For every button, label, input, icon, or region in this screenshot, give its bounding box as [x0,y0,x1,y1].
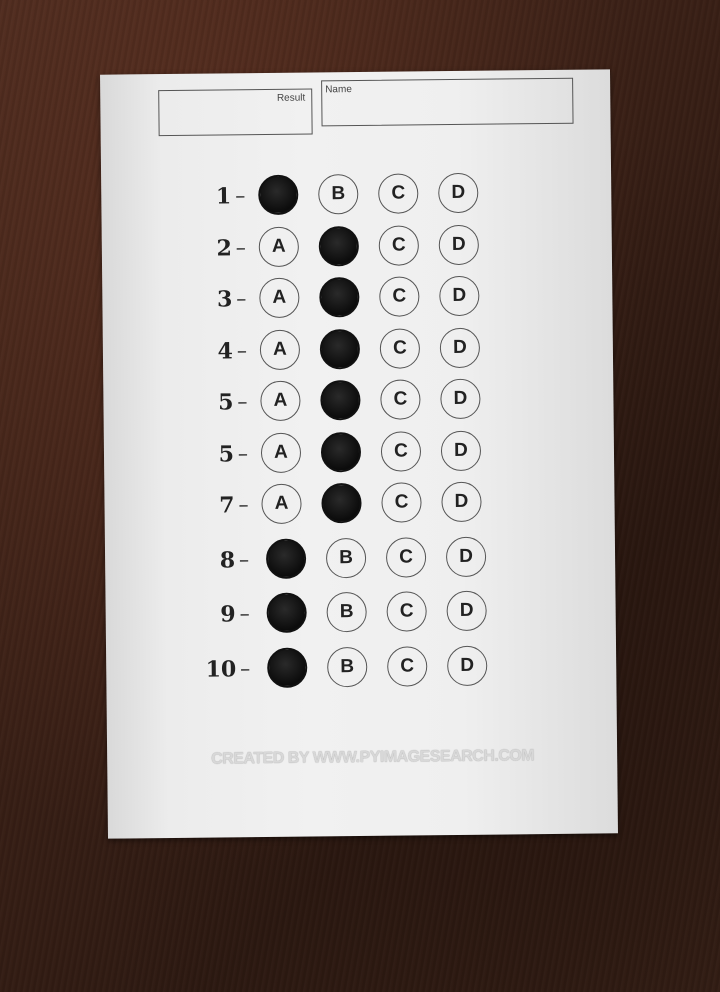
question-number: 8 [219,546,236,573]
answer-bubble-b[interactable]: B [319,328,361,369]
question-row: 3–ABCD [102,274,612,325]
answer-bubble-d[interactable]: D [446,590,487,632]
question-dash: – [236,337,248,362]
question-number: 3 [216,286,233,313]
answer-bubble-c[interactable]: C [387,645,428,687]
question-dash: – [238,492,249,517]
answer-bubble-c[interactable]: C [386,591,427,632]
answer-bubble-d[interactable]: D [447,645,488,686]
question-dash: – [240,655,251,680]
question-number: 10 [205,655,237,683]
question-row: 4–ABCD [103,326,613,377]
answer-bubble-d[interactable]: D [440,430,482,471]
answer-bubble-b[interactable]: B [326,591,367,633]
answer-bubble-c[interactable]: C [380,430,422,472]
question-number: 2 [216,234,232,261]
question-number: 4 [217,337,234,364]
question-number: 1 [215,183,232,210]
answer-bubble-a[interactable]: A [259,277,300,319]
answer-bubble-d[interactable]: D [440,378,481,420]
question-row: 8–ABCD [105,535,615,586]
answer-bubble-d[interactable]: D [445,536,487,577]
answer-bubble-d[interactable]: D [438,172,479,214]
answer-bubble-a[interactable]: A [261,483,302,525]
answer-bubble-c[interactable]: C [381,482,422,523]
result-box: Result [158,88,313,137]
answer-bubble-b[interactable]: B [320,379,361,421]
answer-sheet: Result Name 1–ABCD2–ABCD3–ABCD4–ABCD5–AB… [100,69,618,839]
answer-bubble-d[interactable]: D [439,327,481,368]
answer-bubble-a[interactable]: A [258,174,299,216]
footer-credit: CREATED BY WWW.PYIMAGESEARCH.COM [211,746,563,770]
question-row: 7–ABCD [104,480,614,531]
question-dash: – [235,234,246,259]
answer-bubble-d[interactable]: D [441,481,482,523]
answer-bubble-a[interactable]: A [259,329,301,370]
answer-bubble-c[interactable]: C [378,173,419,214]
answer-bubble-b[interactable]: B [319,276,360,318]
answer-bubble-c[interactable]: C [378,224,420,266]
question-row: 5–ABCD [104,429,614,480]
question-number: 5 [218,440,235,467]
question-dash: – [237,440,249,465]
answer-bubble-a[interactable]: A [265,538,307,579]
answer-bubble-a[interactable]: A [260,432,302,473]
answer-bubble-b[interactable]: B [325,537,367,578]
answer-bubble-b[interactable]: B [318,173,359,215]
answer-bubble-a[interactable]: A [260,380,301,422]
answer-bubble-d[interactable]: D [439,275,480,317]
question-dash: – [235,183,246,208]
question-row: 9–ABCD [105,589,615,640]
answer-bubble-c[interactable]: C [380,379,421,420]
answer-bubble-b[interactable]: B [321,482,362,524]
question-dash: – [238,546,250,571]
question-dash: – [237,389,248,414]
question-dash: – [239,601,250,626]
question-number: 5 [218,389,234,416]
answer-bubble-a[interactable]: A [266,592,307,633]
answer-bubble-c[interactable]: C [379,276,420,317]
answer-bubble-a[interactable]: A [258,226,300,267]
question-number: 7 [219,492,235,519]
question-row: 1–ABCD [101,171,611,222]
question-number: 9 [220,601,236,628]
question-row: 5–ABCD [103,377,613,428]
result-label: Result [276,92,306,104]
question-row: 10–ABCD [106,644,616,695]
question-row: 2–ABCD [102,223,612,274]
answer-bubble-c[interactable]: C [379,327,421,369]
name-label: Name [325,84,352,96]
answer-bubble-b[interactable]: B [327,646,368,687]
answer-bubble-d[interactable]: D [438,224,480,265]
answer-bubble-a[interactable]: A [267,647,308,688]
question-list: 1–ABCD2–ABCD3–ABCD4–ABCD5–ABCD5–ABCD7–AB… [100,69,610,688]
name-box: Name [321,77,574,127]
answer-bubble-b[interactable]: B [318,225,360,266]
answer-bubble-b[interactable]: B [320,431,362,472]
question-dash: – [236,286,247,311]
answer-bubble-c[interactable]: C [385,536,427,578]
